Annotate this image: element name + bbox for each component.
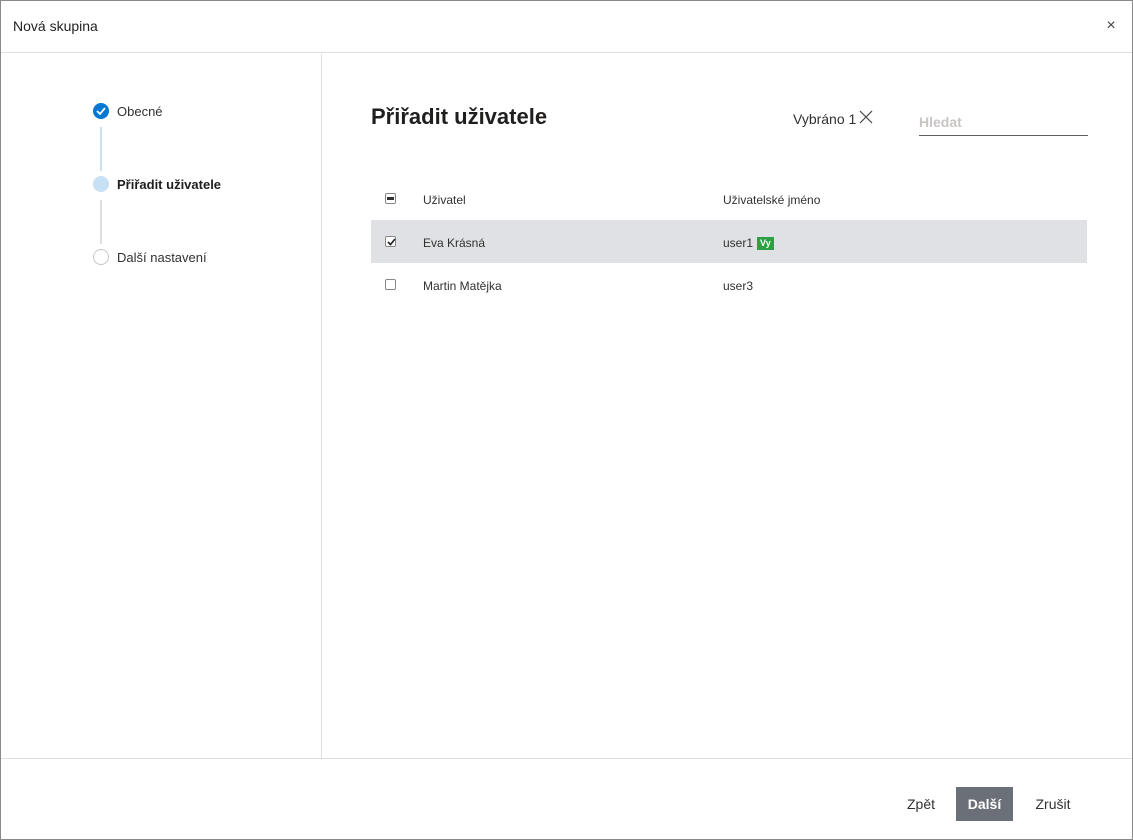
users-table: Uživatel Uživatelské jméno Eva Krásná us… (371, 176, 1087, 306)
close-icon[interactable]: × (1102, 15, 1120, 37)
step-label: Přiřadit uživatele (117, 177, 222, 192)
username-text: user1 (723, 236, 754, 250)
dialog-footer: Zpět Další Zrušit (1, 758, 1132, 839)
selected-count: Vybráno 1 (793, 111, 857, 127)
username-cell: user1 Vy (723, 236, 774, 250)
step-label: Obecné (117, 104, 163, 119)
new-group-dialog: Nová skupina × Obecné Přiřadit uživatele… (0, 0, 1133, 840)
row-checkbox[interactable] (385, 279, 396, 290)
select-all-checkbox[interactable] (385, 193, 396, 204)
row-checkbox[interactable] (385, 236, 396, 247)
back-button[interactable]: Zpět (897, 787, 945, 821)
wizard-steps: Obecné Přiřadit uživatele Další nastaven… (1, 54, 322, 758)
user-name-cell: Martin Matějka (423, 279, 502, 293)
column-header-username[interactable]: Uživatelské jméno (723, 193, 820, 207)
step-label: Další nastavení (117, 250, 207, 265)
page-title: Přiřadit uživatele (371, 104, 548, 129)
step-connector (100, 127, 102, 171)
dialog-title: Nová skupina (13, 18, 98, 34)
column-header-user[interactable]: Uživatel (423, 193, 466, 207)
main-panel: Přiřadit uživatele Vybráno 1 Uživatel Už… (323, 54, 1133, 758)
dialog-titlebar: Nová skupina × (1, 1, 1132, 53)
you-badge: Vy (757, 237, 774, 250)
table-row[interactable]: Eva Krásná user1 Vy (371, 220, 1087, 263)
user-name-cell: Eva Krásná (423, 236, 486, 250)
pending-step-icon (93, 249, 109, 265)
table-header: Uživatel Uživatelské jméno (371, 176, 1087, 220)
next-button[interactable]: Další (956, 787, 1013, 821)
step-connector (100, 200, 102, 244)
cancel-button[interactable]: Zrušit (1025, 787, 1081, 821)
checkmark-icon (93, 103, 109, 119)
username-cell: user3 (723, 279, 754, 293)
table-row[interactable]: Martin Matějka user3 (371, 263, 1087, 306)
current-step-icon (93, 176, 109, 192)
search-input[interactable] (919, 108, 1088, 136)
clear-selection-icon[interactable] (859, 110, 875, 126)
